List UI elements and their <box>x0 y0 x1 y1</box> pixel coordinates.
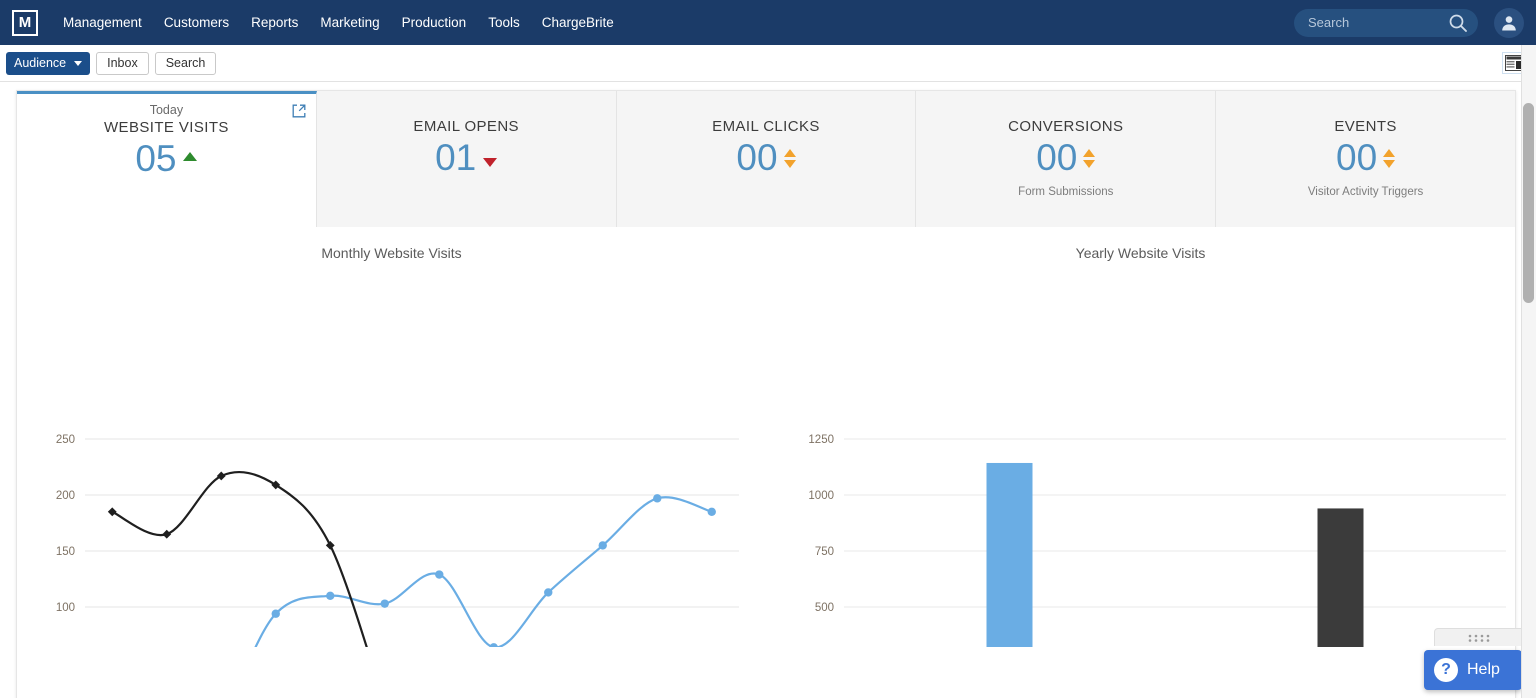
open-external-icon[interactable] <box>292 104 306 123</box>
kpi-eyebrow-today: Today <box>150 103 183 117</box>
trend-neutral-icon <box>1083 149 1095 168</box>
kpi-value-row: 00 <box>1036 139 1095 178</box>
nav-link-chargebrite[interactable]: ChargeBrite <box>531 0 625 45</box>
kpi-title: EMAIL OPENS <box>413 118 519 135</box>
kpi-value-row: 00 <box>1336 139 1395 178</box>
svg-text:1250: 1250 <box>808 434 834 446</box>
kpi-title: EVENTS <box>1334 118 1396 135</box>
search-icon[interactable] <box>1448 13 1468 33</box>
nav-right-group <box>1294 8 1536 38</box>
kpi-value: 00 <box>736 139 777 178</box>
user-avatar-icon[interactable] <box>1494 8 1524 38</box>
svg-text:200: 200 <box>56 490 75 502</box>
nav-link-management[interactable]: Management <box>52 0 153 45</box>
kpi-card-conversions[interactable]: CONVERSIONS 00 Form Submissions <box>916 91 1216 227</box>
top-navigation-bar: M Management Customers Reports Marketing… <box>0 0 1536 45</box>
audience-dropdown-label: Audience <box>14 56 66 70</box>
kpi-card-email-clicks[interactable]: EMAIL CLICKS 00 <box>617 91 917 227</box>
svg-text:500: 500 <box>815 602 834 614</box>
bar-chart-svg[interactable]: 02505007501000125020202021Years <box>766 227 1514 647</box>
kpi-subtitle: Form Submissions <box>1018 186 1113 198</box>
svg-text:250: 250 <box>56 434 75 446</box>
vertical-scrollbar-track[interactable] <box>1521 45 1536 698</box>
line-chart-svg[interactable]: 050100150200250JanFebMarAprMayJunJulAugS… <box>17 227 767 647</box>
kpi-value: 00 <box>1336 139 1377 178</box>
kpi-value-row: 05 <box>135 140 197 179</box>
yearly-website-visits-chart: Yearly Website Visits 025050075010001250… <box>766 227 1515 647</box>
trend-neutral-icon <box>1383 149 1395 168</box>
nav-link-tools[interactable]: Tools <box>477 0 531 45</box>
tab-search[interactable]: Search <box>155 52 217 75</box>
svg-text:750: 750 <box>815 546 834 558</box>
kpi-card-events[interactable]: EVENTS 00 Visitor Activity Triggers <box>1216 91 1515 227</box>
search-input[interactable] <box>1294 10 1434 36</box>
global-search-box[interactable] <box>1294 9 1478 37</box>
help-button[interactable]: ? Help <box>1424 650 1522 690</box>
svg-text:100: 100 <box>56 602 75 614</box>
charts-row: Monthly Website Visits 050100150200250Ja… <box>17 227 1515 647</box>
dashboard-content-area: Today WEBSITE VISITS 05 EMAIL OPENS 01 E… <box>0 82 1536 698</box>
kpi-value-row: 01 <box>435 139 497 178</box>
nav-link-marketing[interactable]: Marketing <box>309 0 390 45</box>
kpi-title: CONVERSIONS <box>1008 118 1123 135</box>
trend-down-icon <box>483 158 497 167</box>
kpi-summary-row: Today WEBSITE VISITS 05 EMAIL OPENS 01 E… <box>17 91 1515 227</box>
nav-link-production[interactable]: Production <box>391 0 478 45</box>
svg-text:150: 150 <box>56 546 75 558</box>
app-logo-icon[interactable]: M <box>12 10 38 36</box>
question-mark-icon: ? <box>1434 658 1458 682</box>
trend-neutral-icon <box>784 149 796 168</box>
chevron-down-icon <box>74 61 82 66</box>
dashboard-card: Today WEBSITE VISITS 05 EMAIL OPENS 01 E… <box>16 90 1516 698</box>
vertical-scrollbar-thumb[interactable] <box>1523 103 1534 303</box>
kpi-value: 01 <box>435 139 476 178</box>
audience-dropdown-button[interactable]: Audience <box>6 52 90 75</box>
drag-grip-icon[interactable] <box>1434 628 1526 646</box>
trend-up-icon <box>183 152 197 161</box>
kpi-value: 00 <box>1036 139 1077 178</box>
kpi-value: 05 <box>135 140 176 179</box>
kpi-card-email-opens[interactable]: EMAIL OPENS 01 <box>317 91 617 227</box>
nav-link-reports[interactable]: Reports <box>240 0 309 45</box>
nav-link-customers[interactable]: Customers <box>153 0 240 45</box>
tab-inbox[interactable]: Inbox <box>96 52 149 75</box>
kpi-card-website-visits[interactable]: Today WEBSITE VISITS 05 <box>17 91 317 227</box>
kpi-title: WEBSITE VISITS <box>104 119 229 136</box>
secondary-toolbar: Audience Inbox Search <box>0 45 1536 82</box>
monthly-website-visits-chart: Monthly Website Visits 050100150200250Ja… <box>17 227 766 647</box>
kpi-title: EMAIL CLICKS <box>712 118 820 135</box>
kpi-subtitle: Visitor Activity Triggers <box>1308 186 1423 198</box>
kpi-value-row: 00 <box>736 139 795 178</box>
svg-text:1000: 1000 <box>808 490 834 502</box>
help-button-label: Help <box>1467 661 1500 679</box>
